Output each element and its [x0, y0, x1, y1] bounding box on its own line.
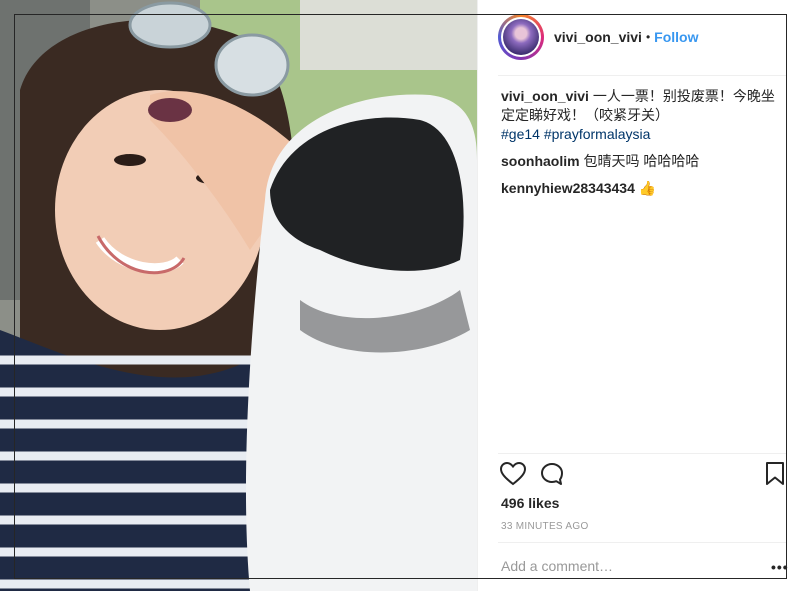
list-item: kennyhiew28343434 👍: [501, 179, 781, 198]
screenshot-frame-bottom: [14, 578, 786, 579]
follow-button[interactable]: Follow: [654, 29, 698, 45]
bookmark-icon[interactable]: [766, 462, 784, 491]
header-divider: [498, 75, 787, 76]
comment-hashtags[interactable]: #ge14 #prayformalaysia: [501, 126, 650, 142]
actions-divider: [498, 453, 787, 454]
post-header: vivi_oon_vivi • Follow: [478, 12, 787, 62]
likes-count[interactable]: 496 likes: [501, 495, 559, 511]
add-comment-input[interactable]: [501, 558, 741, 574]
comment-bubble-icon[interactable]: [540, 462, 564, 491]
post-side-panel: vivi_oon_vivi • Follow vivi_oon_vivi 一人一…: [477, 0, 788, 591]
heart-icon[interactable]: [499, 461, 527, 491]
post-actions: [499, 461, 785, 491]
avatar[interactable]: [498, 14, 544, 60]
screenshot-frame-top: [14, 14, 786, 15]
post-photo: [0, 0, 477, 591]
comment-text: 包晴天吗 哈哈哈哈: [583, 153, 700, 169]
comment-username[interactable]: kennyhiew28343434: [501, 180, 635, 196]
comment-text: 👍: [638, 180, 657, 196]
screenshot-frame-left: [14, 14, 15, 579]
comments-list: vivi_oon_vivi 一人一票！别投废票！今晚坐定定睇好戏！（咬紧牙关） …: [501, 87, 781, 206]
comment-username[interactable]: soonhaolim: [501, 153, 580, 169]
comment-username[interactable]: vivi_oon_vivi: [501, 88, 589, 104]
caption-comment: vivi_oon_vivi 一人一票！别投废票！今晚坐定定睇好戏！（咬紧牙关） …: [501, 87, 781, 144]
list-item: soonhaolim 包晴天吗 哈哈哈哈: [501, 152, 781, 171]
post-username[interactable]: vivi_oon_vivi: [554, 29, 642, 45]
post-timestamp[interactable]: 33 MINUTES AGO: [501, 521, 589, 532]
screenshot-frame-right: [786, 14, 787, 579]
separator-dot: •: [645, 30, 651, 44]
comment-divider: [498, 542, 787, 543]
